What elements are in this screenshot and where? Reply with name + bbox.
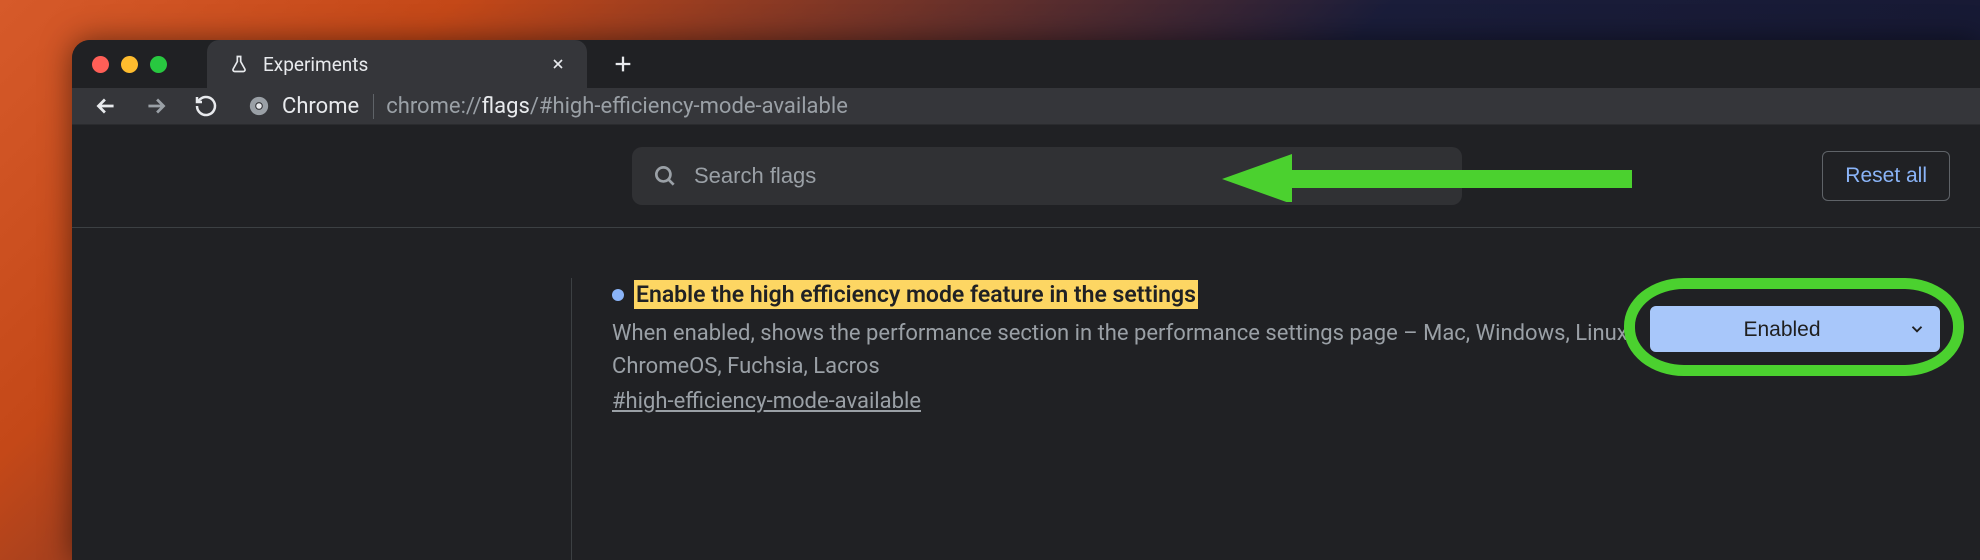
url-text: chrome://flags/#high-efficiency-mode-ava… xyxy=(386,94,848,119)
close-tab-button[interactable] xyxy=(547,53,569,75)
search-row: Reset all xyxy=(72,125,1980,228)
back-button[interactable] xyxy=(88,88,124,124)
titlebar: Experiments xyxy=(72,40,1980,88)
search-input[interactable] xyxy=(694,163,1442,189)
close-window-button[interactable] xyxy=(92,56,109,73)
page-content: Reset all Enable the high efficiency mod… xyxy=(72,125,1980,560)
browser-tab[interactable]: Experiments xyxy=(207,40,587,88)
flag-title: Enable the high efficiency mode feature … xyxy=(634,280,1198,309)
status-dot-icon xyxy=(612,289,624,301)
maximize-window-button[interactable] xyxy=(150,56,167,73)
site-chip-label: Chrome xyxy=(282,94,359,119)
window-controls xyxy=(92,56,167,73)
left-gutter xyxy=(112,278,572,560)
chrome-icon xyxy=(248,95,270,117)
flag-anchor-link[interactable]: #high-efficiency-mode-available xyxy=(612,389,921,414)
toolbar: Chrome chrome://flags/#high-efficiency-m… xyxy=(72,88,1980,125)
site-chip: Chrome xyxy=(248,94,374,119)
browser-window: Experiments Chrome chrome: xyxy=(72,40,1980,560)
search-icon xyxy=(652,163,678,189)
tab-title: Experiments xyxy=(263,53,368,76)
search-box[interactable] xyxy=(632,147,1462,205)
address-bar[interactable]: Chrome chrome://flags/#high-efficiency-m… xyxy=(238,94,1964,119)
flag-description: When enabled, shows the performance sect… xyxy=(612,317,1662,383)
forward-button[interactable] xyxy=(138,88,174,124)
flag-select-wrap: Enabled xyxy=(1650,306,1940,352)
reset-all-button[interactable]: Reset all xyxy=(1822,151,1950,201)
flag-state-select[interactable]: Enabled xyxy=(1650,306,1940,352)
new-tab-button[interactable] xyxy=(605,46,641,82)
flask-icon xyxy=(229,54,249,74)
minimize-window-button[interactable] xyxy=(121,56,138,73)
reload-button[interactable] xyxy=(188,88,224,124)
flag-area: Enable the high efficiency mode feature … xyxy=(72,228,1980,560)
